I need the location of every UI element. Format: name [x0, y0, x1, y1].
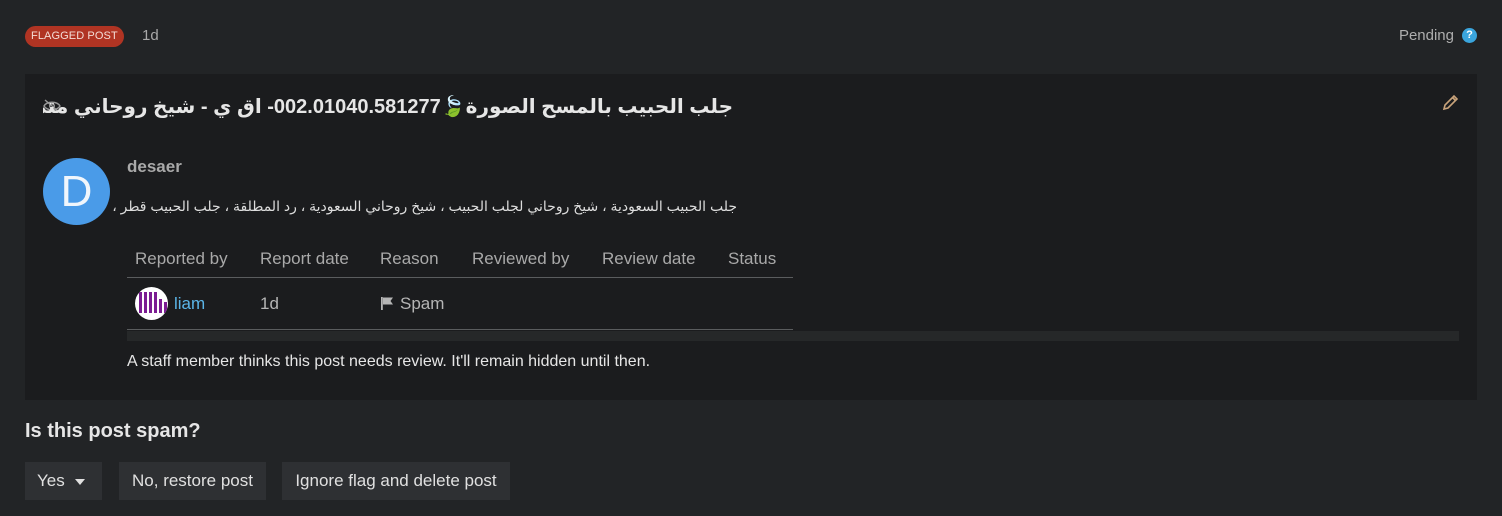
report-date-cell: 1d	[260, 293, 279, 313]
table-row: liam 1d Spam	[127, 278, 793, 330]
reports-table: Reported by Report date Reason Reviewed …	[127, 240, 793, 330]
review-status-label: Pending	[1398, 27, 1454, 44]
reason-label: Spam	[400, 293, 445, 313]
reports-table-header: Reported by Report date Reason Reviewed …	[127, 240, 793, 278]
review-status: Pending ?	[1399, 27, 1477, 44]
post-excerpt: جلب الحبيب السعودية ، شيخ روحاني لجلب ال…	[112, 198, 737, 214]
reporter-avatar[interactable]	[135, 287, 168, 320]
flagged-post-card: جلب الحبيب بالمسح الصورة🍃002.01040.58127…	[25, 74, 1477, 400]
post-title[interactable]: جلب الحبيب بالمسح الصورة🍃002.01040.58127…	[43, 94, 733, 118]
yes-button-label: Yes	[37, 471, 65, 490]
reason-cell: Spam	[372, 294, 464, 314]
help-icon[interactable]: ?	[1462, 28, 1477, 43]
author-username[interactable]: desaer	[127, 157, 182, 177]
author-avatar[interactable]: D	[43, 158, 110, 225]
col-reviewed-by: Reviewed by	[472, 248, 570, 268]
col-report-date: Report date	[260, 248, 349, 268]
col-status: Status	[728, 248, 777, 268]
col-reason: Reason	[380, 248, 439, 268]
review-header: FLAGGED POST 1d Pending ?	[25, 26, 1477, 48]
ignore-and-delete-button[interactable]: Ignore flag and delete post	[282, 462, 510, 500]
divider	[127, 331, 1459, 341]
flagged-post-badge: FLAGGED POST	[25, 26, 124, 47]
pencil-icon[interactable]	[1442, 94, 1459, 111]
flag-age: 1d	[142, 27, 159, 44]
reporter-cell: liam	[127, 287, 252, 320]
yes-dropdown-button[interactable]: Yes	[25, 462, 102, 500]
reporter-link[interactable]: liam	[174, 294, 205, 314]
spam-question: Is this post spam?	[25, 420, 201, 442]
col-reported-by: Reported by	[135, 248, 228, 268]
col-review-date: Review date	[602, 248, 696, 268]
restore-post-button[interactable]: No, restore post	[119, 462, 266, 500]
caret-down-icon	[74, 478, 85, 485]
flag-icon	[381, 297, 393, 310]
review-notice: A staff member thinks this post needs re…	[127, 353, 651, 370]
